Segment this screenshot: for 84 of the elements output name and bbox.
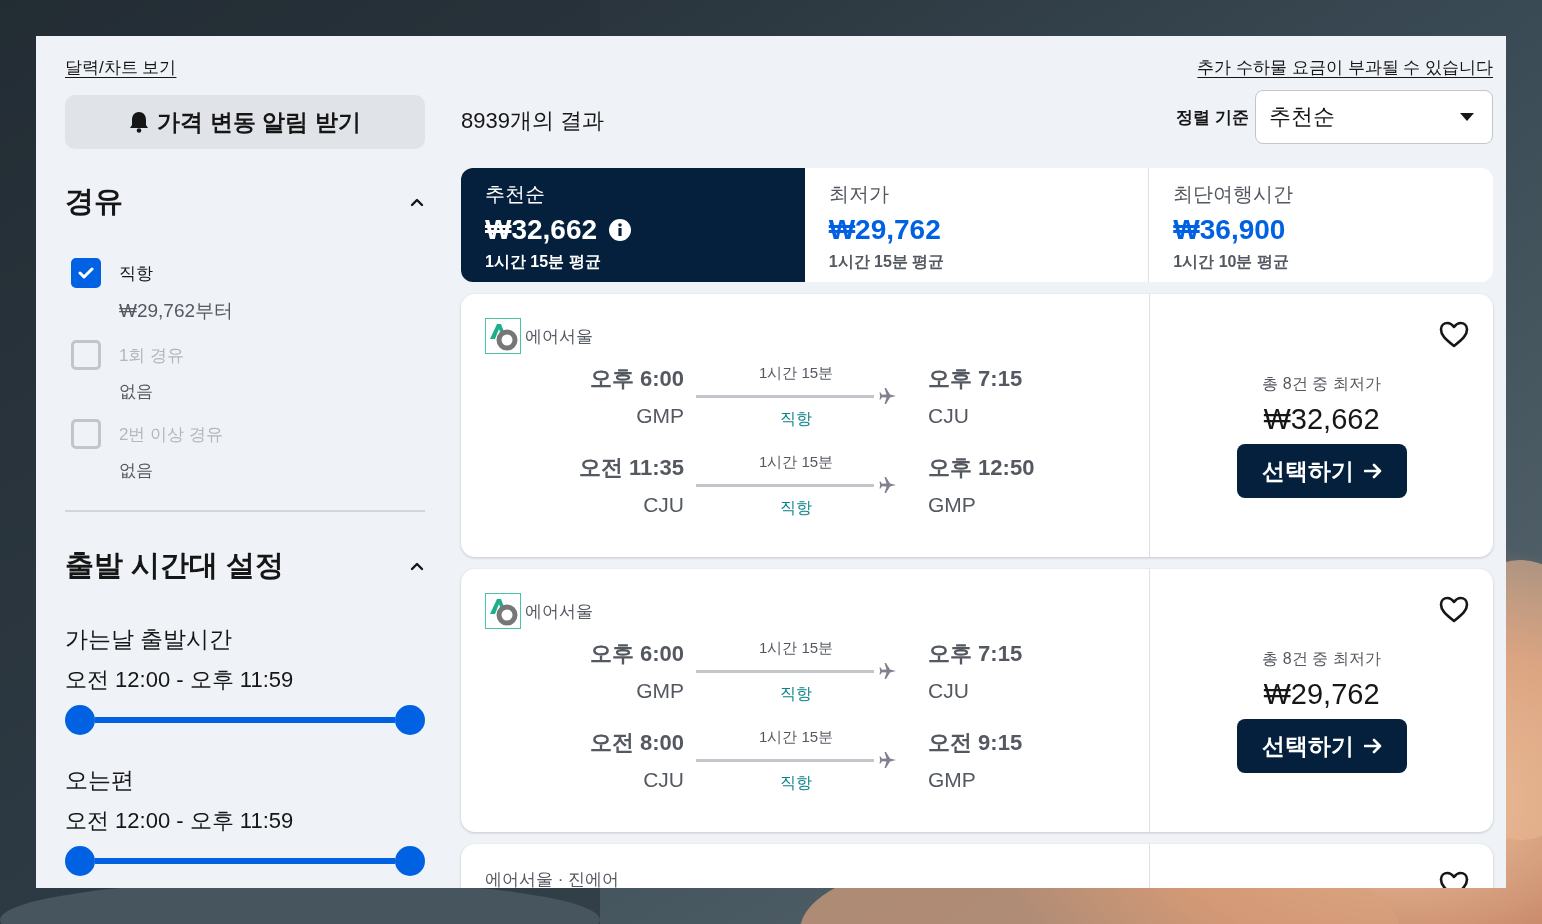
arrival-time: 오전 9:15 — [928, 729, 1023, 757]
departure-time: 오전 8:00 — [589, 729, 684, 757]
flight-duration: 1시간 15분 — [758, 364, 834, 383]
tab-duration: 1시간 15분 평균 — [828, 252, 946, 272]
option-detail: 없음 — [119, 381, 154, 403]
price-note: 총 8건 중 최저가 — [1262, 374, 1381, 394]
airport-code: GMP — [636, 404, 684, 428]
arrow-right-icon — [1363, 738, 1382, 754]
slider-handle[interactable] — [65, 846, 95, 876]
sort-tab[interactable]: 추천순 ₩32,662 1시간 15분 평균 — [461, 168, 805, 282]
flight-duration: 1시간 15분 — [758, 728, 834, 747]
flight-duration: 1시간 15분 — [758, 453, 834, 472]
section-heading: 출발 시간대 설정 — [65, 548, 285, 583]
plane-icon — [878, 476, 897, 494]
plane-icon — [878, 751, 897, 769]
caret-down-icon — [1460, 112, 1474, 122]
stops-label: 직항 — [780, 684, 812, 704]
range-slider[interactable] — [65, 705, 425, 735]
arrival-time: 오후 7:15 — [928, 365, 1023, 393]
tab-title: 최저가 — [828, 182, 890, 207]
price-alert-button[interactable]: 가격 변동 알림 받기 — [65, 95, 425, 149]
checkbox[interactable] — [71, 258, 101, 288]
slider-handle[interactable] — [65, 705, 95, 735]
option-label: 2번 이상 경유 — [119, 423, 224, 446]
airport-code: CJU — [643, 768, 684, 792]
stops-label: 직항 — [780, 409, 812, 429]
price-note: 총 8건 중 최저가 — [1262, 649, 1381, 669]
baggage-fee-link[interactable]: 추가 수하물 요금이 부과될 수 있습니다 — [1197, 56, 1493, 79]
range-slider[interactable] — [65, 846, 425, 876]
sort-label: 정렬 기준 — [1176, 106, 1249, 129]
airport-code: CJU — [643, 493, 684, 517]
calendar-link[interactable]: 달력/차트 보기 — [65, 56, 177, 79]
section-heading: 경유 — [65, 184, 123, 219]
airport-code: CJU — [928, 404, 969, 428]
flight-price: ₩29,762 — [1263, 678, 1380, 711]
departure-time: 오후 6:00 — [589, 365, 684, 393]
airport-code: GMP — [928, 768, 976, 792]
tab-price: ₩32,662 — [485, 214, 598, 246]
results-count: 8939개의 결과 — [461, 107, 606, 135]
airport-code: CJU — [928, 679, 969, 703]
time-range: 오전 12:00 - 오후 11:59 — [65, 807, 295, 835]
airport-code: GMP — [636, 679, 684, 703]
arrival-time: 오후 7:15 — [928, 640, 1023, 668]
flight-price: ₩32,662 — [1263, 403, 1380, 436]
select-button[interactable]: 선택하기 — [1236, 444, 1407, 498]
tab-price: ₩36,900 — [1173, 214, 1286, 246]
departure-time: 오전 11:35 — [578, 454, 684, 482]
stops-label: 직항 — [780, 773, 812, 793]
range-label: 가는날 출발시간 — [65, 625, 234, 654]
check-icon — [78, 267, 94, 279]
airline-name: 에어서울 · 진에어 — [485, 869, 620, 888]
sort-dropdown[interactable]: 추천순 — [1255, 90, 1493, 144]
plane-icon — [878, 662, 897, 680]
stops-label: 직항 — [780, 498, 812, 518]
option-label: 1회 경유 — [119, 344, 186, 367]
slider-handle[interactable] — [395, 846, 425, 876]
time-range: 오전 12:00 - 오후 11:59 — [65, 666, 295, 694]
slider-handle[interactable] — [395, 705, 425, 735]
flight-duration: 1시간 15분 — [758, 639, 834, 658]
select-button[interactable]: 선택하기 — [1236, 719, 1407, 773]
tab-title: 최단여행시간 — [1173, 182, 1295, 207]
option-detail: 없음 — [119, 460, 154, 482]
bell-icon — [129, 111, 150, 133]
heart-icon[interactable] — [1439, 595, 1469, 624]
tab-duration: 1시간 15분 평균 — [485, 252, 602, 272]
chevron-up-icon[interactable] — [409, 196, 425, 208]
sort-tab[interactable]: 최저가 ₩29,762 1시간 15분 평균 — [804, 168, 1150, 282]
airline-name: 에어서울 — [525, 600, 593, 623]
tab-price: ₩29,762 — [828, 214, 941, 246]
arrow-right-icon — [1363, 463, 1382, 479]
departure-time: 오후 6:00 — [589, 640, 684, 668]
plane-icon — [878, 387, 897, 405]
chevron-up-icon[interactable] — [409, 560, 425, 572]
heart-icon[interactable] — [1439, 320, 1469, 349]
airport-code: GMP — [928, 493, 976, 517]
option-label: 직항 — [119, 262, 154, 285]
tab-title: 추천순 — [485, 182, 546, 207]
info-icon[interactable] — [609, 219, 632, 241]
range-label: 오는편 — [65, 766, 135, 795]
tab-duration: 1시간 10분 평균 — [1173, 252, 1290, 272]
option-detail: ₩29,762부터 — [119, 299, 235, 323]
arrival-time: 오후 12:50 — [928, 454, 1035, 482]
sort-tab[interactable]: 최단여행시간 ₩36,900 1시간 10분 평균 — [1149, 168, 1493, 282]
airline-name: 에어서울 — [525, 325, 593, 348]
